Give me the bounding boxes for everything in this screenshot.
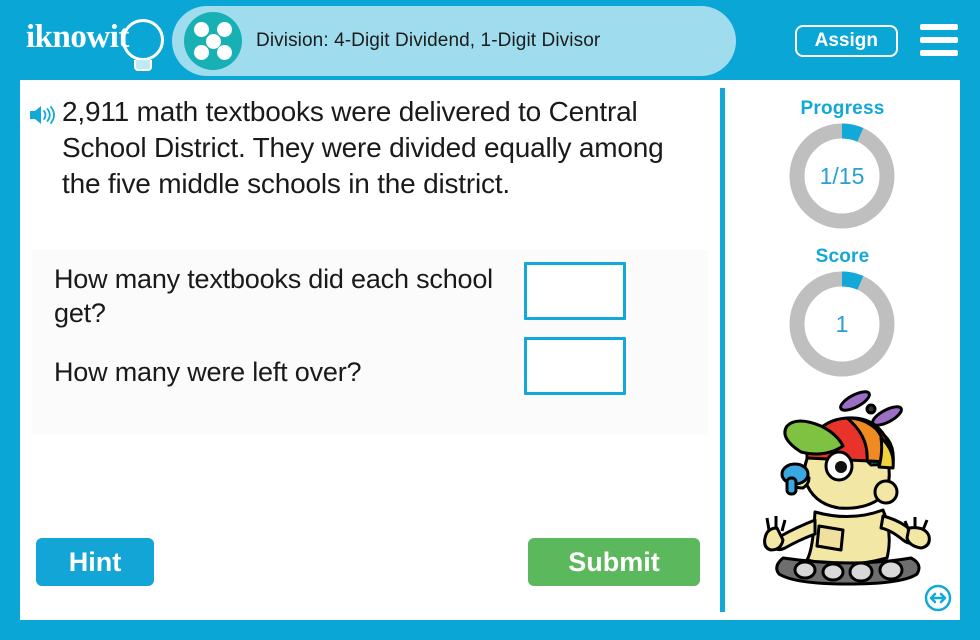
- passage-text: 2,911 math textbooks were delivered to C…: [62, 96, 664, 199]
- progress-ring: 1/15: [786, 120, 898, 232]
- progress-label: Progress: [800, 98, 885, 119]
- question-row-1: How many textbooks did each school get?: [54, 262, 694, 330]
- question-text-2: How many were left over?: [54, 357, 362, 387]
- speaker-icon[interactable]: [28, 103, 58, 127]
- app-root: iknowit Division: 4-Digit Dividend, 1-Di…: [0, 0, 980, 640]
- score-value: 1: [835, 310, 849, 337]
- content-card: 2,911 math textbooks were delivered to C…: [20, 80, 960, 620]
- answer-input-1[interactable]: [524, 262, 626, 320]
- lightbulb-icon: [122, 19, 164, 61]
- mascot-graphic: [763, 390, 931, 586]
- answer-input-2[interactable]: [524, 337, 626, 395]
- logo-text: iknowit: [26, 19, 129, 55]
- question-text-1: How many textbooks did each school get?: [54, 264, 493, 328]
- lesson-title-tab: Division: 4-Digit Dividend, 1-Digit Divi…: [172, 6, 736, 76]
- resize-horizontal-icon[interactable]: [924, 584, 952, 612]
- hint-button[interactable]: Hint: [36, 538, 154, 586]
- score-label: Score: [815, 246, 870, 267]
- five-dots-circle-icon: [184, 12, 242, 70]
- submit-button[interactable]: Submit: [528, 538, 700, 586]
- question-row-2: How many were left over?: [54, 337, 694, 395]
- question-panel: 2,911 math textbooks were delivered to C…: [20, 80, 720, 620]
- robot-mascot-propeller-hat: [743, 388, 948, 588]
- app-logo[interactable]: iknowit: [26, 14, 176, 71]
- app-header: iknowit Division: 4-Digit Dividend, 1-Di…: [0, 0, 980, 80]
- lightbulb-base-icon: [134, 60, 152, 71]
- answers-panel: How many textbooks did each school get? …: [32, 250, 708, 435]
- page-title: Division: 4-Digit Dividend, 1-Digit Divi…: [256, 30, 601, 51]
- assign-button[interactable]: Assign: [794, 25, 898, 57]
- score-ring: 1: [786, 268, 898, 380]
- progress-value: 1/15: [819, 162, 865, 189]
- passage-block: 2,911 math textbooks were delivered to C…: [28, 94, 700, 202]
- sidebar-panel: Progress 1/15 Score 1: [725, 80, 960, 620]
- hamburger-menu-icon[interactable]: [920, 24, 958, 56]
